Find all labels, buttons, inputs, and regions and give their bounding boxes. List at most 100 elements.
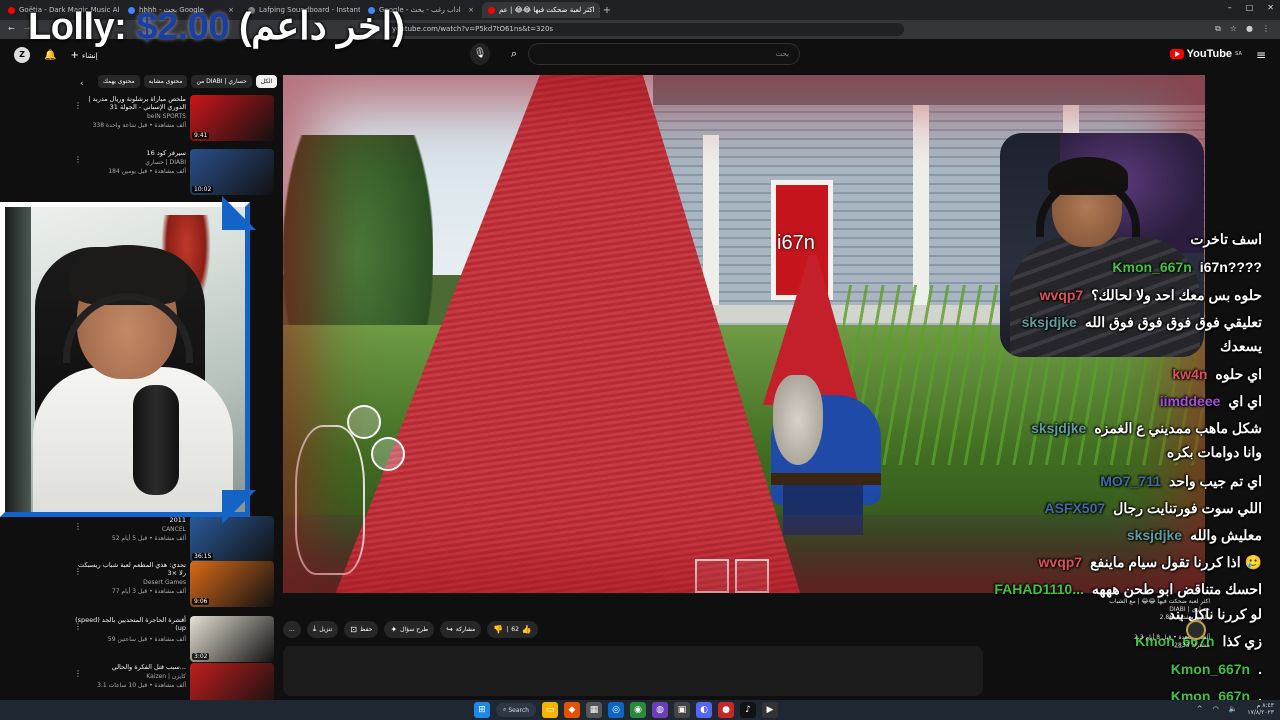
terminal-icon[interactable]: ▣ <box>674 702 690 718</box>
search-input[interactable]: بحث <box>528 43 800 65</box>
video-duration: 9:06 <box>192 598 210 605</box>
video-title[interactable]: 2011 <box>74 516 186 524</box>
more-options-icon[interactable]: ⋮ <box>74 522 82 531</box>
chat-text: تعليقي فوق فوق فوق فوق الله <box>1084 314 1262 330</box>
video-title[interactable]: سيرفر كود 16 <box>74 149 186 157</box>
discord-icon[interactable]: ◐ <box>696 702 712 718</box>
calculator-icon[interactable]: ▦ <box>586 702 602 718</box>
save-button[interactable]: ⊡ حفظ <box>344 620 379 638</box>
more-options-icon[interactable]: ⋮ <box>74 567 82 576</box>
account-avatar[interactable]: Z <box>14 47 30 63</box>
youtube-logo-text: YouTube <box>1186 48 1233 60</box>
more-options-icon[interactable]: ⋮ <box>74 155 82 164</box>
comments-box[interactable] <box>283 646 983 696</box>
search-icon[interactable]: ⌕ <box>502 43 526 65</box>
cam-frame-corner-bottom <box>222 490 256 524</box>
filter-chip[interactable]: محتوى مشابه <box>143 75 188 88</box>
bookmark-icon[interactable]: ☆ <box>1230 24 1237 34</box>
video-duration: 3:02 <box>192 653 210 660</box>
video-channel[interactable]: Desert Games <box>74 579 186 586</box>
video-channel[interactable]: beIN SPORTS <box>74 113 186 120</box>
chat-message: FAHAD1110... احسك متناقض ابو طحن هههه <box>994 581 1262 598</box>
media-player-icon[interactable]: ▶ <box>762 702 778 718</box>
voice-search-icon[interactable]: 🎙 <box>470 43 490 65</box>
chevron-left-icon[interactable]: ‹ <box>80 79 84 89</box>
taskbar-search[interactable]: ⌕ Search <box>496 703 536 717</box>
video-channel[interactable]: Kaizen | كايزن <box>74 673 186 680</box>
browser-toolbar-icons: ⧉ ☆ ● ⋮ <box>1215 24 1270 34</box>
channel-avatar[interactable] <box>1186 620 1206 640</box>
close-tab-icon[interactable]: × <box>468 6 474 14</box>
video-channel[interactable]: CANCEL <box>74 526 186 533</box>
video-thumbnail[interactable]: 9:41 <box>190 95 274 141</box>
browser-tab[interactable]: اكثر لعبة ضحكت فيها 😂😂 | عم× <box>482 2 600 18</box>
controller-button-icon <box>371 437 405 471</box>
minimize-icon[interactable]: – <box>1228 3 1232 12</box>
chat-username: sksjdjke <box>1126 527 1183 543</box>
filter-chip[interactable]: الكل <box>255 75 278 88</box>
video-stats: 184 ألف مشاهدة • قبل يومين <box>108 168 186 175</box>
tiktok-icon[interactable]: ♪ <box>740 702 756 718</box>
chat-text: اي اي <box>1228 393 1262 409</box>
video-channel[interactable]: حساري | DIABI <box>74 159 186 166</box>
filter-chip[interactable]: من DIABI | حساري <box>191 75 252 88</box>
volume-icon[interactable]: 🔈 <box>1229 705 1238 713</box>
sparkle-icon: ✦ <box>390 624 398 634</box>
menu-icon[interactable]: ⋮ <box>1262 24 1270 34</box>
more-options-icon[interactable]: ⋮ <box>74 669 82 678</box>
start-icon[interactable]: ⊞ <box>474 702 490 718</box>
wifi-icon[interactable]: ◠ <box>1213 705 1219 713</box>
related-video-item[interactable]: 10:02 سيرفر كود 16 حساري | DIABI 184 ألف مش… <box>74 149 274 197</box>
related-video-item[interactable]: 9:41 ملخص مباراة برشلونة وريال مدريد | ال… <box>74 95 274 143</box>
maximize-icon[interactable]: □ <box>1246 3 1254 12</box>
chat-text: اي حلوه <box>1215 366 1262 382</box>
related-video-item[interactable]: 9:06 تحدي: هذي المطعم لعبة شباب ريسبكت رل… <box>74 561 274 609</box>
video-thumbnail[interactable]: 9:06 <box>190 561 274 607</box>
video-title[interactable]: سبب قتل الفكرة والحالي... <box>74 663 186 671</box>
brave-browser-icon[interactable]: ◆ <box>564 702 580 718</box>
close-window-icon[interactable]: ✕ <box>1267 3 1274 12</box>
video-title[interactable]: ملخص مباراة برشلونة وريال مدريد | الدوري… <box>74 95 186 111</box>
tab-title: اكثر لعبة ضحكت فيها 😂😂 | عم <box>499 6 595 14</box>
ask-button[interactable]: ✦ طرح سؤال <box>384 620 435 638</box>
chat-username: Kmon_667n <box>1170 661 1251 677</box>
video-stats: 3.1 ألف مشاهدة • قبل 10 ساعات <box>97 682 186 689</box>
video-title[interactable]: تحدي: هذي المطعم لعبة شباب ريسبكت رلا ×3 <box>74 561 186 577</box>
like-dislike-button[interactable]: 👎 | 62 👍 <box>487 620 538 638</box>
youtube-logo[interactable]: YouTube SA <box>1169 48 1242 60</box>
app-icon[interactable]: ● <box>718 702 734 718</box>
video-thumbnail[interactable]: 3:02 <box>190 616 274 662</box>
video-title[interactable]: (speed) أقشرة الحاجرة المتحديين بالجد (u… <box>74 616 186 632</box>
gnome-nametag: i67n <box>777 232 815 254</box>
download-button[interactable]: ⤓ تنزيل <box>306 620 339 638</box>
url-field[interactable]: youtube.com/watch?v=P5kd7tO61ns&t=320s <box>384 23 904 36</box>
notifications-icon[interactable]: 🔔 <box>44 50 56 61</box>
more-options-icon[interactable]: ⋮ <box>74 622 82 631</box>
filter-chip[interactable]: محتوى يهمك <box>98 75 140 88</box>
tray-chevron-icon[interactable]: ^ <box>1197 705 1203 713</box>
file-explorer-icon[interactable]: ▭ <box>542 702 558 718</box>
chrome-icon[interactable]: ◉ <box>630 702 646 718</box>
chat-text: . <box>1258 661 1262 677</box>
create-button[interactable]: + إنشاء <box>70 50 97 61</box>
extensions-icon[interactable]: ⧉ <box>1215 24 1221 34</box>
profile-icon[interactable]: ● <box>1246 24 1253 34</box>
edge-icon[interactable]: ◎ <box>608 702 624 718</box>
more-options-icon[interactable]: ⋮ <box>74 101 82 110</box>
hamburger-menu-icon[interactable]: ≡ <box>1256 48 1266 62</box>
more-actions-button[interactable]: ... <box>283 620 301 638</box>
related-video-item[interactable]: 3:02 (speed) أقشرة الحاجرة المتحديين بالج… <box>74 616 274 664</box>
chat-text: حلوه بس معك احد ولا لحالك؟ <box>1091 287 1262 303</box>
chat-username: sksjdjke <box>1031 420 1087 436</box>
obs-icon[interactable]: ◍ <box>652 702 668 718</box>
back-icon[interactable]: ← <box>8 24 15 33</box>
chat-text: زي كذا <box>1222 633 1262 649</box>
chat-message: يسعدك <box>1220 338 1262 355</box>
video-thumbnail[interactable]: 10:02 <box>190 149 274 195</box>
clock[interactable]: ٨:٤٣ م ١٧/٨/٢٠٢٣ <box>1247 702 1274 716</box>
chat-username: MO7_711 <box>1100 473 1161 489</box>
chat-text: وانا دوامات بكره <box>1166 444 1262 460</box>
channel-name[interactable]: DIABI | حساري <box>1070 606 1210 614</box>
new-tab-button[interactable]: + <box>600 5 614 16</box>
share-button[interactable]: ↪ مشاركة <box>440 620 482 638</box>
